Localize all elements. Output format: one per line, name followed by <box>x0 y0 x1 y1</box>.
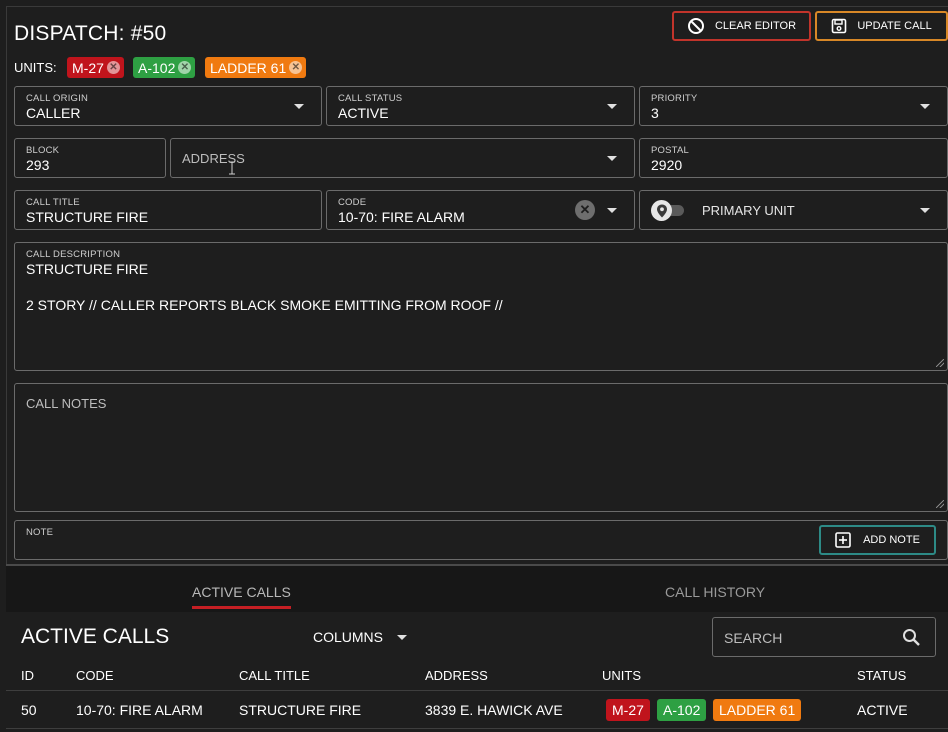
call-description-textarea[interactable]: CALL DESCRIPTION STRUCTURE FIRE 2 STORY … <box>14 242 948 371</box>
cell-status: ACTIVE <box>857 702 908 718</box>
units-label: UNITS: <box>14 60 57 75</box>
columns-button[interactable]: COLUMNS <box>313 629 408 645</box>
postal-field[interactable]: POSTAL 2920 <box>639 138 948 178</box>
remove-chip-icon[interactable]: ✕ <box>289 61 303 74</box>
postal-label: POSTAL <box>651 145 689 156</box>
call-status-value: ACTIVE <box>338 105 389 121</box>
chevron-down-icon <box>607 156 617 161</box>
tab-call-history[interactable]: CALL HISTORY <box>665 584 765 600</box>
column-header-code[interactable]: CODE <box>76 668 114 683</box>
call-title-label: CALL TITLE <box>26 197 80 208</box>
cell-code: 10-70: FIRE ALARM <box>76 702 203 718</box>
save-icon <box>832 18 847 34</box>
primary-unit-select[interactable]: PRIMARY UNIT <box>639 190 948 230</box>
note-label: NOTE <box>26 527 54 538</box>
active-calls-title: ACTIVE CALLS <box>21 625 170 648</box>
call-origin-select[interactable]: CALL ORIGIN CALLER <box>14 86 322 126</box>
active-tab-indicator <box>192 606 291 609</box>
description-line-2: 2 STORY // CALLER REPORTS BLACK SMOKE EM… <box>26 297 503 313</box>
call-notes-placeholder: CALL NOTES <box>26 396 107 411</box>
chevron-down-icon <box>920 208 930 213</box>
postal-value: 2920 <box>651 157 683 173</box>
column-header-status[interactable]: STATUS <box>857 668 906 683</box>
priority-label: PRIORITY <box>651 93 698 104</box>
search-input[interactable]: SEARCH <box>712 617 936 657</box>
prohibit-icon <box>687 18 704 34</box>
page-title: DISPATCH: #50 <box>14 22 167 45</box>
frame-top-border <box>6 6 948 7</box>
unit-chip-label: LADDER 61 <box>210 59 287 76</box>
add-note-label: ADD NOTE <box>863 534 920 546</box>
chevron-down-icon <box>607 208 617 213</box>
chevron-down-icon <box>607 104 617 109</box>
call-title-field[interactable]: CALL TITLE STRUCTURE FIRE <box>14 190 322 230</box>
update-call-button[interactable]: UPDATE CALL <box>815 11 948 41</box>
update-call-label: UPDATE CALL <box>857 20 932 32</box>
clear-editor-label: CLEAR EDITOR <box>714 20 797 32</box>
call-description-label: CALL DESCRIPTION <box>26 249 121 260</box>
unit-chip-ladder61[interactable]: LADDER 61 ✕ <box>205 57 307 78</box>
call-notes-textarea[interactable]: CALL NOTES <box>14 383 948 512</box>
column-header-units[interactable]: UNITS <box>602 668 641 683</box>
columns-label: COLUMNS <box>313 629 384 645</box>
priority-select[interactable]: PRIORITY 3 <box>639 86 948 126</box>
remove-chip-icon[interactable]: ✕ <box>178 61 192 74</box>
chevron-down-icon <box>397 634 408 640</box>
text-cursor-icon <box>229 161 235 175</box>
call-origin-label: CALL ORIGIN <box>26 93 89 104</box>
description-line-1: STRUCTURE FIRE <box>26 261 149 277</box>
plus-square-icon <box>835 532 851 548</box>
address-placeholder: ADDRESS <box>182 151 245 166</box>
address-select[interactable]: ADDRESS <box>170 138 635 178</box>
priority-value: 3 <box>651 105 659 121</box>
call-status-label: CALL STATUS <box>338 93 403 104</box>
tabs-bar <box>6 566 948 612</box>
frame-left-border <box>6 6 7 566</box>
unit-chip-label: M-27 <box>72 59 104 76</box>
call-origin-value: CALLER <box>26 105 81 121</box>
note-field[interactable]: NOTE <box>14 520 948 560</box>
column-header-id[interactable]: ID <box>21 668 34 683</box>
unit-chip-label: A-102 <box>138 59 176 76</box>
tab-active-calls[interactable]: ACTIVE CALLS <box>192 584 291 600</box>
clear-code-icon[interactable]: ✕ <box>575 200 595 220</box>
table-row-divider <box>6 728 948 729</box>
primary-unit-label: PRIMARY UNIT <box>702 203 795 218</box>
remove-chip-icon[interactable]: ✕ <box>106 61 120 74</box>
unit-chip-a102[interactable]: A-102 ✕ <box>133 57 196 78</box>
resize-handle-icon[interactable] <box>936 500 944 508</box>
resize-handle-icon[interactable] <box>936 359 944 367</box>
clear-editor-button[interactable]: CLEAR EDITOR <box>672 11 811 41</box>
cell-call-title: STRUCTURE FIRE <box>239 702 362 718</box>
code-label: CODE <box>338 197 367 208</box>
code-select[interactable]: CODE 10-70: FIRE ALARM ✕ <box>326 190 635 230</box>
code-value: 10-70: FIRE ALARM <box>338 209 465 225</box>
row-unit-chip: M-27 <box>606 699 650 721</box>
location-pin-icon[interactable] <box>651 200 672 221</box>
block-value: 293 <box>26 157 50 173</box>
chevron-down-icon <box>920 104 930 109</box>
block-label: BLOCK <box>26 145 60 156</box>
chevron-down-icon <box>294 104 304 109</box>
column-header-address[interactable]: ADDRESS <box>425 668 488 683</box>
search-placeholder: SEARCH <box>724 630 783 646</box>
block-field[interactable]: BLOCK 293 <box>14 138 166 178</box>
call-title-value: STRUCTURE FIRE <box>26 209 149 225</box>
add-note-button[interactable]: ADD NOTE <box>819 525 936 555</box>
call-status-select[interactable]: CALL STATUS ACTIVE <box>326 86 635 126</box>
cell-address: 3839 E. HAWICK AVE <box>425 702 563 718</box>
row-unit-chip: A-102 <box>657 699 707 721</box>
column-header-call-title[interactable]: CALL TITLE <box>239 668 310 683</box>
table-header-divider <box>6 690 948 691</box>
row-unit-chip: LADDER 61 <box>713 699 802 721</box>
unit-chip-m27[interactable]: M-27 ✕ <box>67 57 124 78</box>
cell-id: 50 <box>21 702 37 718</box>
search-icon[interactable] <box>902 628 921 647</box>
